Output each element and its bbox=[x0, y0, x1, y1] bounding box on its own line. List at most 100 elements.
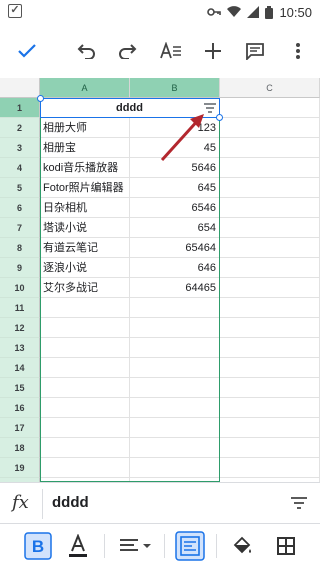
select-all-corner[interactable] bbox=[0, 78, 40, 98]
cell-b[interactable] bbox=[130, 438, 220, 458]
cell-a[interactable]: 相册宝 bbox=[40, 138, 130, 158]
text-format-button[interactable] bbox=[156, 36, 186, 66]
cell-a[interactable] bbox=[40, 298, 130, 318]
selection-handle-top-left[interactable] bbox=[37, 95, 44, 102]
cell-a[interactable] bbox=[40, 398, 130, 418]
borders-button[interactable] bbox=[272, 530, 300, 562]
top-toolbar bbox=[0, 24, 320, 78]
cell-b[interactable] bbox=[130, 398, 220, 418]
more-options-button[interactable] bbox=[283, 36, 313, 66]
row-header[interactable]: 1 bbox=[0, 98, 40, 118]
cell-c[interactable] bbox=[220, 338, 320, 358]
cell-c[interactable] bbox=[220, 178, 320, 198]
redo-button[interactable] bbox=[112, 36, 142, 66]
comment-button[interactable] bbox=[240, 36, 270, 66]
wrap-text-button[interactable] bbox=[174, 530, 206, 562]
cell-c[interactable] bbox=[220, 138, 320, 158]
row-header[interactable]: 13 bbox=[0, 338, 40, 358]
row-header[interactable]: 4 bbox=[0, 158, 40, 178]
spreadsheet-grid[interactable]: A B C 1 dddd 2 相册大师 123 3 相册宝 45 4 kodi音乐播放器 5646 5… bbox=[0, 78, 320, 482]
cell-c[interactable] bbox=[220, 198, 320, 218]
cell-a[interactable] bbox=[40, 358, 130, 378]
row-header[interactable]: 15 bbox=[0, 378, 40, 398]
wifi-icon bbox=[227, 6, 242, 18]
cell-a[interactable]: 相册大师 bbox=[40, 118, 130, 138]
separator bbox=[164, 534, 165, 558]
row-header[interactable]: 11 bbox=[0, 298, 40, 318]
cell-a[interactable]: 艾尔多战记 bbox=[40, 278, 130, 298]
cell-b[interactable]: 645 bbox=[130, 178, 220, 198]
cell-c[interactable] bbox=[220, 98, 320, 118]
filter-icon[interactable] bbox=[290, 496, 308, 510]
cell-a[interactable] bbox=[40, 438, 130, 458]
row-header[interactable]: 12 bbox=[0, 318, 40, 338]
cell-b[interactable] bbox=[130, 378, 220, 398]
row-header[interactable]: 16 bbox=[0, 398, 40, 418]
cell-a[interactable] bbox=[40, 458, 130, 478]
cell-a[interactable] bbox=[40, 338, 130, 358]
cell-c[interactable] bbox=[220, 238, 320, 258]
row-header[interactable]: 6 bbox=[0, 198, 40, 218]
cell-b[interactable]: 646 bbox=[130, 258, 220, 278]
cell-b[interactable]: 6546 bbox=[130, 198, 220, 218]
cell-b[interactable] bbox=[130, 318, 220, 338]
cell-a[interactable]: 塔读小说 bbox=[40, 218, 130, 238]
cell-a[interactable]: 日杂相机 bbox=[40, 198, 130, 218]
cell-a[interactable] bbox=[40, 418, 130, 438]
column-header-c[interactable]: C bbox=[220, 78, 320, 98]
cell-c[interactable] bbox=[220, 278, 320, 298]
cell-c[interactable] bbox=[220, 398, 320, 418]
cell-c[interactable] bbox=[220, 318, 320, 338]
cell-a[interactable] bbox=[40, 318, 130, 338]
cell-c[interactable] bbox=[220, 458, 320, 478]
cell-c[interactable] bbox=[220, 218, 320, 238]
svg-text:B: B bbox=[32, 537, 44, 556]
cell-c[interactable] bbox=[220, 298, 320, 318]
column-header-b[interactable]: B bbox=[130, 78, 220, 98]
formula-input[interactable]: dddd bbox=[52, 494, 89, 511]
row-header[interactable]: 10 bbox=[0, 278, 40, 298]
cell-b[interactable] bbox=[130, 418, 220, 438]
cell-a[interactable]: 有道云笔记 bbox=[40, 238, 130, 258]
cell-b[interactable]: 654 bbox=[130, 218, 220, 238]
cell-c[interactable] bbox=[220, 258, 320, 278]
row-header[interactable]: 3 bbox=[0, 138, 40, 158]
cell-b[interactable] bbox=[130, 338, 220, 358]
cell-a[interactable]: Fotor照片编辑器 bbox=[40, 178, 130, 198]
redo-icon bbox=[119, 44, 137, 59]
selection-handle-bottom-right[interactable] bbox=[216, 114, 223, 121]
cell-b[interactable] bbox=[130, 298, 220, 318]
row-header[interactable]: 14 bbox=[0, 358, 40, 378]
row-header[interactable]: 19 bbox=[0, 458, 40, 478]
align-button[interactable] bbox=[116, 530, 154, 562]
cell-b[interactable]: 64465 bbox=[130, 278, 220, 298]
undo-button[interactable] bbox=[72, 36, 102, 66]
bold-button[interactable]: B bbox=[22, 530, 54, 562]
row-header[interactable]: 7 bbox=[0, 218, 40, 238]
fill-color-button[interactable] bbox=[228, 530, 256, 562]
cell-c[interactable] bbox=[220, 378, 320, 398]
row-header[interactable]: 2 bbox=[0, 118, 40, 138]
done-button[interactable] bbox=[12, 36, 42, 66]
row-header[interactable]: 9 bbox=[0, 258, 40, 278]
cell-a[interactable]: kodi音乐播放器 bbox=[40, 158, 130, 178]
cell-c[interactable] bbox=[220, 158, 320, 178]
row-header[interactable]: 8 bbox=[0, 238, 40, 258]
cell-a[interactable]: 逐浪小说 bbox=[40, 258, 130, 278]
cell-c[interactable] bbox=[220, 118, 320, 138]
fx-label: fx bbox=[12, 492, 29, 513]
column-header-a[interactable]: A bbox=[40, 78, 130, 98]
row-header[interactable]: 5 bbox=[0, 178, 40, 198]
cell-a[interactable] bbox=[40, 378, 130, 398]
text-color-button[interactable] bbox=[64, 530, 92, 562]
cell-c[interactable] bbox=[220, 438, 320, 458]
cell-c[interactable] bbox=[220, 418, 320, 438]
cell-b[interactable]: 65464 bbox=[130, 238, 220, 258]
insert-button[interactable] bbox=[198, 36, 228, 66]
row-header[interactable]: 17 bbox=[0, 418, 40, 438]
cell-b[interactable] bbox=[130, 358, 220, 378]
cell-b[interactable] bbox=[130, 458, 220, 478]
cell-c[interactable] bbox=[220, 358, 320, 378]
row-header[interactable]: 18 bbox=[0, 438, 40, 458]
add-icon bbox=[205, 43, 221, 59]
